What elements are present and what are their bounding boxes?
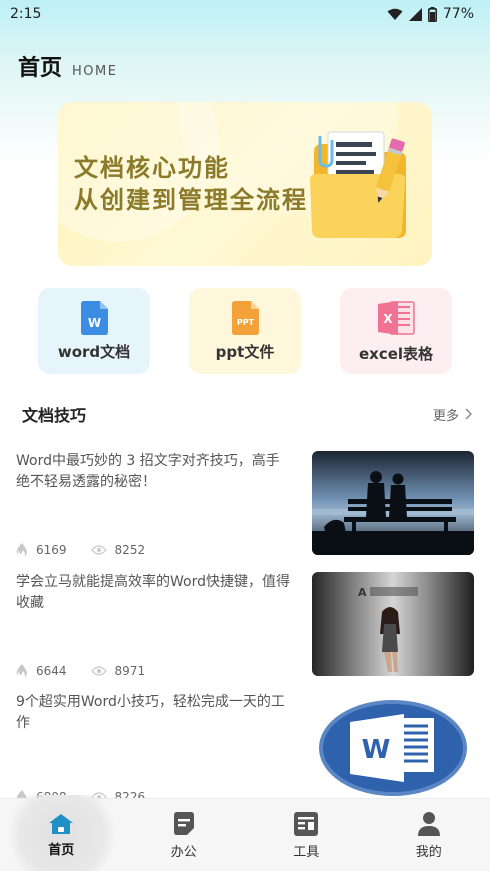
status-bar: 2:15 77% <box>0 0 490 28</box>
eye-icon <box>90 545 107 555</box>
banner-text: 文档核心功能 从创建到管理全流程 <box>74 152 308 216</box>
tips-section-header: 文档技巧 更多 <box>22 402 472 426</box>
ppt-file-button[interactable]: PPT ppt文件 <box>189 288 301 374</box>
view-count: 8971 <box>114 664 146 678</box>
feature-banner[interactable]: 文档核心功能 从创建到管理全流程 <box>58 102 432 266</box>
nav-home[interactable]: 首页 <box>0 795 126 871</box>
tools-icon <box>294 811 319 836</box>
banner-line-1: 文档核心功能 <box>74 154 230 182</box>
word-doc-button[interactable]: W word文档 <box>38 288 150 374</box>
bottom-nav: 首页 办公 工具 我的 <box>0 795 490 871</box>
folder-illustration-icon <box>310 131 406 238</box>
article-thumbnail-woman: A <box>312 572 474 676</box>
bench-photo-image <box>312 451 474 555</box>
nav-profile[interactable]: 我的 <box>368 799 490 871</box>
office-icon <box>173 811 194 835</box>
chevron-right-icon <box>465 408 472 420</box>
article-thumbnail-word-logo: W <box>312 696 474 800</box>
flame-icon <box>16 664 27 678</box>
like-count: 6169 <box>36 543 67 557</box>
nav-tools-label: 工具 <box>293 844 320 860</box>
excel-sheet-label: excel表格 <box>358 344 434 363</box>
view-count: 8252 <box>114 543 146 557</box>
excel-icon: X <box>378 300 415 335</box>
status-time: 2:15 <box>10 6 42 22</box>
quick-actions: W word文档 PPT ppt文件 X excel表格 <box>38 288 452 374</box>
page-subtitle: HOME <box>72 64 118 79</box>
svg-text:W: W <box>362 735 391 765</box>
article-item[interactable]: 学会立马就能提高效率的Word快捷键，值得收藏 6644 8971 A <box>16 572 474 678</box>
wifi-icon <box>387 8 403 20</box>
home-icon <box>49 813 74 834</box>
battery-icon <box>427 6 437 22</box>
section-title: 文档技巧 <box>22 406 87 425</box>
article-title: Word中最巧妙的 3 招文字对齐技巧，高手绝不轻易透露的秘密！ <box>16 453 280 490</box>
word-logo-icon: W <box>312 696 474 800</box>
ppt-icon: PPT <box>232 300 259 335</box>
word-doc-label: word文档 <box>57 342 131 361</box>
svg-text:A: A <box>358 586 367 599</box>
nav-office[interactable]: 办公 <box>123 799 246 871</box>
svg-text:X: X <box>383 312 393 326</box>
page-header: 首页 HOME <box>18 50 117 82</box>
excel-sheet-button[interactable]: X excel表格 <box>340 288 452 374</box>
eye-icon <box>90 666 107 676</box>
article-thumbnail-bench <box>312 451 474 555</box>
nav-profile-label: 我的 <box>415 844 442 860</box>
word-icon: W <box>81 300 108 335</box>
article-item[interactable]: 9个超实用Word小技巧，轻松完成一天的工作 6808 8226 <box>16 692 474 804</box>
like-count: 6644 <box>36 664 67 678</box>
ppt-file-label: ppt文件 <box>215 342 275 361</box>
nav-office-label: 办公 <box>170 844 197 860</box>
nav-home-label: 首页 <box>48 842 75 858</box>
nav-tools[interactable]: 工具 <box>245 799 368 871</box>
svg-text:PPT: PPT <box>237 318 255 327</box>
battery-percent: 77% <box>442 6 474 22</box>
status-icons: 77% <box>387 6 474 22</box>
article-meta: 6644 8971 <box>16 664 161 678</box>
flame-icon <box>16 543 27 557</box>
more-link[interactable]: 更多 <box>433 405 472 424</box>
article-title: 9个超实用Word小技巧，轻松完成一天的工作 <box>16 694 285 731</box>
article-meta: 6169 8252 <box>16 543 161 557</box>
article-item[interactable]: Word中最巧妙的 3 招文字对齐技巧，高手绝不轻易透露的秘密！ 6169 82… <box>16 451 474 557</box>
signal-icon <box>408 7 422 21</box>
more-label: 更多 <box>432 408 459 424</box>
woman-photo-image: A <box>312 572 474 676</box>
profile-icon <box>417 811 440 836</box>
page-title: 首页 <box>18 56 63 81</box>
banner-line-2: 从创建到管理全流程 <box>74 186 308 214</box>
svg-text:W: W <box>88 316 101 330</box>
article-title: 学会立马就能提高效率的Word快捷键，值得收藏 <box>16 574 290 611</box>
